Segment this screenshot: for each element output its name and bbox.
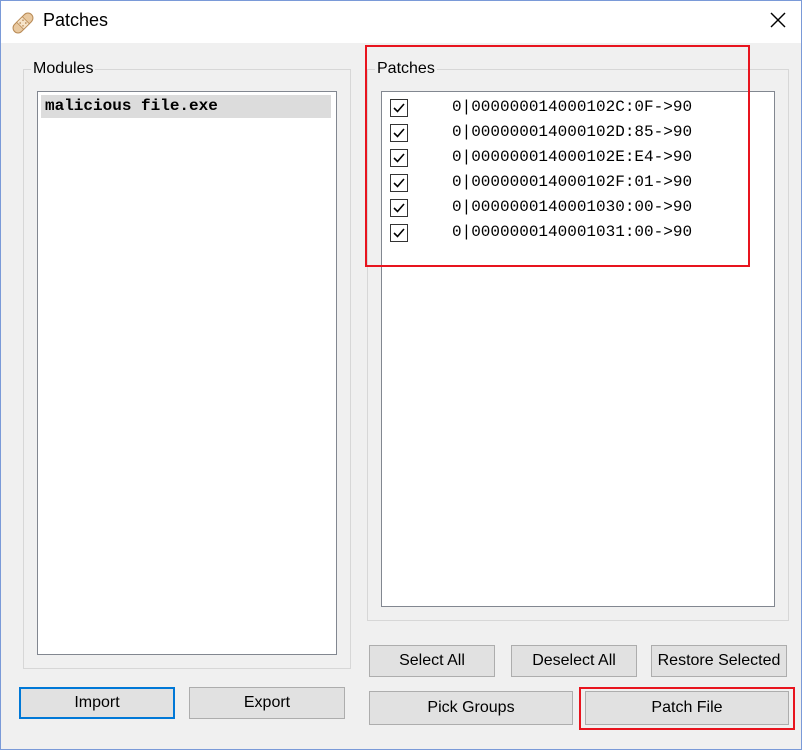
deselect-all-button[interactable]: Deselect All — [511, 645, 637, 677]
module-item[interactable]: malicious file.exe — [41, 95, 331, 118]
patch-row[interactable]: 0|000000014000102D:85->90 — [388, 121, 768, 146]
checkmark-icon — [393, 103, 405, 113]
patch-row[interactable]: 0|0000000140001031:00->90 — [388, 221, 768, 246]
patch-file-button[interactable]: Patch File — [585, 691, 789, 725]
checkmark-icon — [393, 203, 405, 213]
window-title: Patches — [43, 10, 109, 30]
patch-checkbox[interactable] — [390, 124, 408, 142]
title-bar[interactable]: Patches — [1, 1, 801, 43]
patch-row[interactable]: 0|000000014000102E:E4->90 — [388, 146, 768, 171]
pick-groups-button[interactable]: Pick Groups — [369, 691, 573, 725]
patch-text: 0|000000014000102D:85->90 — [452, 123, 693, 141]
patch-row[interactable]: 0|0000000140001030:00->90 — [388, 196, 768, 221]
patch-row[interactable]: 0|000000014000102F:01->90 — [388, 171, 768, 196]
close-icon — [769, 11, 787, 34]
import-button[interactable]: Import — [19, 687, 175, 719]
patch-text: 0|000000014000102C:0F->90 — [452, 98, 693, 116]
patches-label: Patches — [375, 60, 437, 78]
close-button[interactable] — [755, 1, 801, 43]
checkmark-icon — [393, 153, 405, 163]
patch-text: 0|0000000140001030:00->90 — [452, 198, 693, 216]
select-all-button[interactable]: Select All — [369, 645, 495, 677]
checkmark-icon — [393, 228, 405, 238]
bandage-icon — [9, 9, 37, 37]
patch-text: 0|000000014000102E:E4->90 — [452, 148, 693, 166]
checkmark-icon — [393, 178, 405, 188]
modules-label: Modules — [31, 60, 96, 78]
patch-checkbox[interactable] — [390, 174, 408, 192]
export-button[interactable]: Export — [189, 687, 345, 719]
checkmark-icon — [393, 128, 405, 138]
patches-window: Patches Modules malicious file.exe Patch… — [0, 0, 802, 750]
patch-checkbox[interactable] — [390, 224, 408, 242]
modules-list[interactable]: malicious file.exe — [37, 91, 337, 655]
patches-list[interactable]: 0|000000014000102C:0F->90 0|000000014000… — [381, 91, 775, 607]
patch-checkbox[interactable] — [390, 149, 408, 167]
patch-checkbox[interactable] — [390, 99, 408, 117]
patch-text: 0|000000014000102F:01->90 — [452, 173, 693, 191]
patch-checkbox[interactable] — [390, 199, 408, 217]
restore-selected-button[interactable]: Restore Selected — [651, 645, 787, 677]
patch-text: 0|0000000140001031:00->90 — [452, 223, 693, 241]
patch-row[interactable]: 0|000000014000102C:0F->90 — [388, 96, 768, 121]
